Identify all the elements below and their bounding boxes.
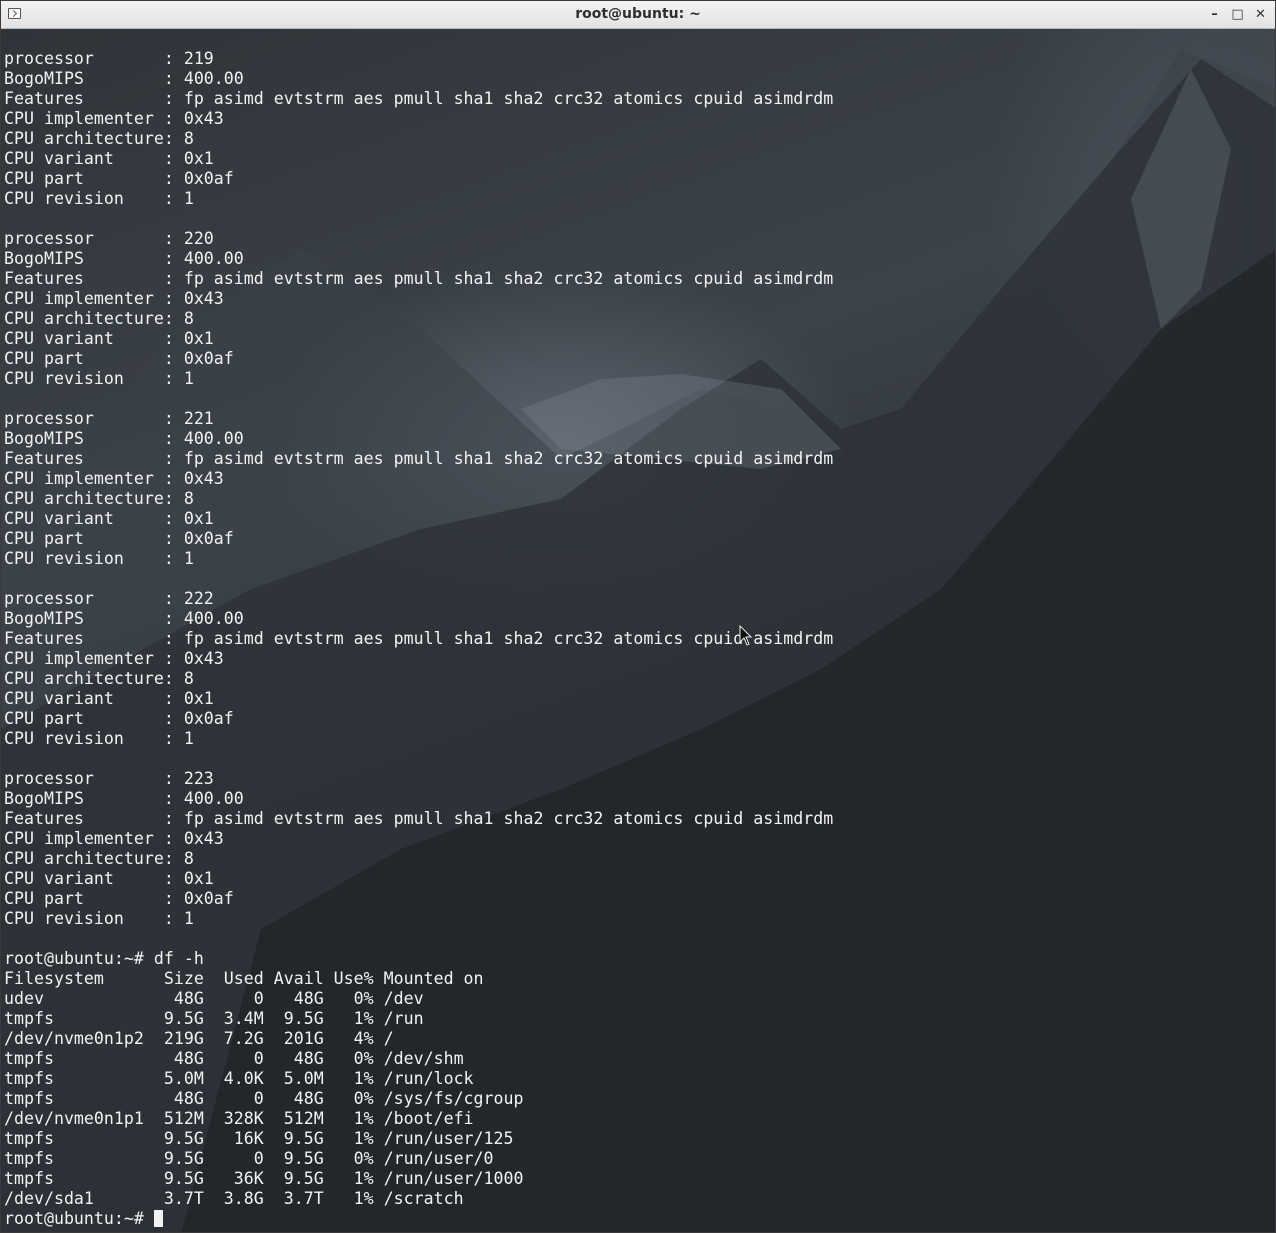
- terminal-window: root@ubuntu: ~ – □ ✕ processor : 219 Bogo…: [0, 0, 1276, 1233]
- terminal-line: BogoMIPS : 400.00: [4, 69, 244, 88]
- terminal-line: BogoMIPS : 400.00: [4, 609, 244, 628]
- terminal-line: CPU implementer : 0x43: [4, 469, 224, 488]
- terminal-line: CPU architecture: 8: [4, 129, 194, 148]
- window-controls: – □ ✕: [1206, 5, 1269, 23]
- terminal-line: Filesystem Size Used Avail Use% Mounted …: [4, 969, 484, 988]
- terminal-line: udev 48G 0 48G 0% /dev: [4, 989, 424, 1008]
- terminal-line: BogoMIPS : 400.00: [4, 429, 244, 448]
- terminal-line: BogoMIPS : 400.00: [4, 249, 244, 268]
- terminal-line: CPU variant : 0x1: [4, 149, 214, 168]
- terminal-line: /dev/sda1 3.7T 3.8G 3.7T 1% /scratch: [4, 1189, 464, 1208]
- terminal-line: tmpfs 48G 0 48G 0% /dev/shm: [4, 1049, 464, 1068]
- terminal-line: CPU revision : 1: [4, 369, 194, 388]
- terminal-line: tmpfs 9.5G 0 9.5G 0% /run/user/0: [4, 1149, 494, 1168]
- terminal-line: CPU implementer : 0x43: [4, 829, 224, 848]
- minimize-button[interactable]: –: [1206, 5, 1223, 23]
- terminal-line: Features : fp asimd evtstrm aes pmull sh…: [4, 809, 834, 828]
- mouse-pointer-icon: [739, 625, 753, 646]
- terminal-line: CPU revision : 1: [4, 189, 194, 208]
- terminal-line: CPU implementer : 0x43: [4, 649, 224, 668]
- terminal-line: Features : fp asimd evtstrm aes pmull sh…: [4, 269, 834, 288]
- terminal-line: tmpfs 9.5G 16K 9.5G 1% /run/user/125: [4, 1129, 514, 1148]
- window-title: root@ubuntu: ~: [575, 6, 701, 22]
- terminal-line: CPU revision : 1: [4, 909, 194, 928]
- terminal-line: processor : 219: [4, 49, 214, 68]
- text-cursor: [153, 1210, 163, 1227]
- title-bar[interactable]: root@ubuntu: ~ – □ ✕: [1, 1, 1275, 29]
- terminal-output-area[interactable]: processor : 219 BogoMIPS : 400.00 Features…: [1, 29, 1275, 1232]
- terminal-text: processor : 219 BogoMIPS : 400.00 Features…: [4, 49, 833, 1229]
- prompt-line[interactable]: root@ubuntu:~#: [4, 1209, 833, 1229]
- terminal-line: CPU variant : 0x1: [4, 509, 214, 528]
- terminal-line: Features : fp asimd evtstrm aes pmull sh…: [4, 449, 834, 468]
- terminal-line: processor : 223: [4, 769, 214, 788]
- terminal-line: Features : fp asimd evtstrm aes pmull sh…: [4, 629, 834, 648]
- terminal-line: CPU part : 0x0af: [4, 169, 234, 188]
- terminal-line: BogoMIPS : 400.00: [4, 789, 244, 808]
- terminal-line: CPU architecture: 8: [4, 669, 194, 688]
- terminal-line: tmpfs 9.5G 3.4M 9.5G 1% /run: [4, 1009, 424, 1028]
- terminal-line: CPU implementer : 0x43: [4, 289, 224, 308]
- terminal-line: CPU variant : 0x1: [4, 869, 214, 888]
- terminal-line: /dev/nvme0n1p2 219G 7.2G 201G 4% /: [4, 1029, 394, 1048]
- terminal-line: CPU implementer : 0x43: [4, 109, 224, 128]
- terminal-line: processor : 220: [4, 229, 214, 248]
- maximize-button[interactable]: □: [1229, 5, 1246, 23]
- terminal-line: CPU architecture: 8: [4, 309, 194, 328]
- terminal-line: CPU revision : 1: [4, 549, 194, 568]
- terminal-line: CPU part : 0x0af: [4, 349, 234, 368]
- terminal-line: CPU part : 0x0af: [4, 889, 234, 908]
- terminal-line: CPU architecture: 8: [4, 489, 194, 508]
- terminal-line: CPU architecture: 8: [4, 849, 194, 868]
- close-button[interactable]: ✕: [1252, 5, 1269, 23]
- terminal-line: root@ubuntu:~# df -h: [4, 949, 204, 968]
- terminal-line: tmpfs 5.0M 4.0K 5.0M 1% /run/lock: [4, 1069, 474, 1088]
- terminal-lines: processor : 219 BogoMIPS : 400.00 Features…: [4, 49, 833, 1209]
- terminal-line: CPU variant : 0x1: [4, 329, 214, 348]
- terminal-line: tmpfs 48G 0 48G 0% /sys/fs/cgroup: [4, 1089, 524, 1108]
- terminal-line: CPU revision : 1: [4, 729, 194, 748]
- shell-prompt: root@ubuntu:~#: [4, 1209, 154, 1228]
- terminal-line: /dev/nvme0n1p1 512M 328K 512M 1% /boot/e…: [4, 1109, 474, 1128]
- terminal-line: Features : fp asimd evtstrm aes pmull sh…: [4, 89, 834, 108]
- terminal-line: CPU part : 0x0af: [4, 529, 234, 548]
- terminal-line: processor : 221: [4, 409, 214, 428]
- terminal-line: CPU part : 0x0af: [4, 709, 234, 728]
- terminal-line: processor : 222: [4, 589, 214, 608]
- terminal-line: tmpfs 9.5G 36K 9.5G 1% /run/user/1000: [4, 1169, 524, 1188]
- terminal-line: CPU variant : 0x1: [4, 689, 214, 708]
